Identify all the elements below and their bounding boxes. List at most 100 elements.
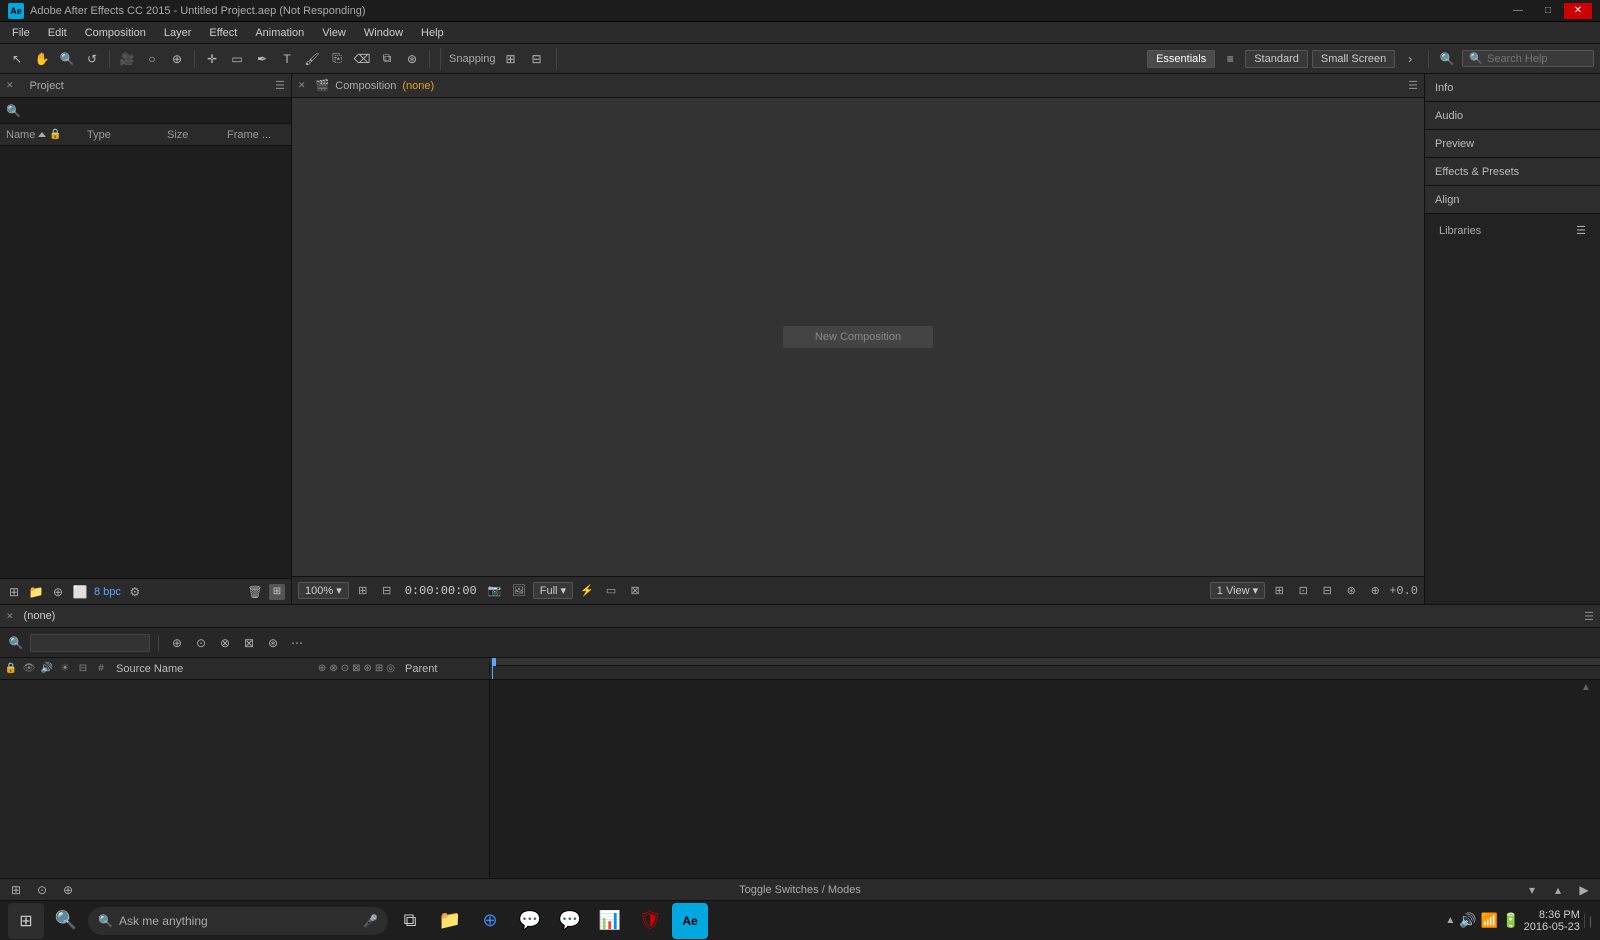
effects-presets-panel-item[interactable]: Effects & Presets [1425, 158, 1600, 186]
hand-tool[interactable]: ✋ [31, 48, 53, 70]
zoom-selector[interactable]: 100% ▾ [298, 582, 349, 599]
project-panel-menu[interactable]: ☰ [275, 79, 285, 92]
tl-create-keyframe[interactable]: ⊕ [167, 633, 187, 653]
help-search[interactable]: 🔍 [1462, 50, 1594, 67]
anchor-point-tool[interactable]: ✛ [201, 48, 223, 70]
after-effects-taskbar[interactable]: Ae [672, 903, 708, 939]
comp-viewer-icons[interactable]: ⊞ [1269, 581, 1289, 601]
workspace-small-screen[interactable]: Small Screen [1312, 50, 1395, 68]
menu-help[interactable]: Help [413, 25, 452, 41]
menu-effect[interactable]: Effect [201, 25, 245, 41]
fast-preview-icon[interactable]: ⚡ [577, 581, 597, 601]
clone-stamp[interactable]: ⎘ [326, 48, 348, 70]
restore-button[interactable]: □ [1534, 3, 1562, 19]
eraser[interactable]: ⌫ [351, 48, 373, 70]
start-button[interactable]: ⊞ [8, 903, 44, 939]
tl-bottom-zoom-in[interactable]: ▴ [1548, 880, 1568, 900]
interpret-footage-icon[interactable]: ⚙ [127, 584, 143, 600]
skype-button[interactable]: 💬 [512, 903, 548, 939]
powerpoint-button[interactable]: 📊 [592, 903, 628, 939]
delete-icon[interactable]: 🗑 [247, 584, 263, 600]
tl-search-input[interactable] [30, 634, 150, 652]
menu-composition[interactable]: Composition [77, 25, 154, 41]
cortana-search[interactable]: 🔍 Ask me anything 🎤 [88, 907, 388, 935]
puppet-tool[interactable]: ⊛ [401, 48, 423, 70]
align-panel-item[interactable]: Align [1425, 186, 1600, 214]
col-frame[interactable]: Frame ... [221, 129, 291, 141]
timeline-scrub-bar[interactable] [490, 658, 1600, 666]
info-panel-item[interactable]: Info [1425, 74, 1600, 102]
search-taskbar-button[interactable]: 🔍 [48, 903, 84, 939]
menu-edit[interactable]: Edit [40, 25, 75, 41]
paint-brush[interactable]: 🖌 [301, 48, 323, 70]
show-snapshot-icon[interactable]: 🖼 [509, 581, 529, 601]
tl-bottom-zoom-out[interactable]: ▾ [1522, 880, 1542, 900]
text-tool[interactable]: T [276, 48, 298, 70]
timeline-panel-menu[interactable]: ☰ [1584, 610, 1594, 623]
timeline-close[interactable]: ✕ [6, 611, 14, 622]
tl-render-queue[interactable]: ⊛ [263, 633, 283, 653]
skype2-button[interactable]: 💬 [552, 903, 588, 939]
menu-view[interactable]: View [314, 25, 354, 41]
camera-tool[interactable]: 🎥 [116, 48, 138, 70]
search-help-input[interactable] [1487, 53, 1587, 65]
rectangle-tool[interactable]: ▭ [226, 48, 248, 70]
rotation-tool[interactable]: ↺ [81, 48, 103, 70]
new-comp-icon[interactable]: ⊞ [6, 584, 22, 600]
tl-bottom-btn-2[interactable]: ⊙ [32, 880, 52, 900]
workspace-essentials[interactable]: Essentials [1147, 50, 1215, 68]
playhead-thumb[interactable] [492, 658, 496, 666]
project-search-input[interactable] [21, 105, 285, 117]
timeline-ruler[interactable] [490, 666, 1600, 680]
pen-tool[interactable]: ✒ [251, 48, 273, 70]
col-type[interactable]: Type [81, 129, 161, 141]
scroll-up-arrow[interactable]: ▲ [1581, 682, 1591, 693]
snapping-toggle[interactable]: ⊞ [500, 48, 522, 70]
chrome-button[interactable]: ⊕ [472, 903, 508, 939]
search-icon[interactable]: 🔍 [1436, 48, 1458, 70]
comp-panel-close[interactable]: ✕ [298, 80, 306, 91]
project-tree-icon[interactable]: ⊞ [269, 584, 285, 600]
transparency-icon[interactable]: ⊠ [625, 581, 645, 601]
tl-solo-mode[interactable]: ⊙ [191, 633, 211, 653]
zoom-tool[interactable]: 🔍 [56, 48, 78, 70]
comp-viewer-5[interactable]: ⊕ [1365, 581, 1385, 601]
file-explorer-button[interactable]: 📁 [432, 903, 468, 939]
project-folder-icon[interactable]: 📁 [28, 584, 44, 600]
workspace-more[interactable]: › [1399, 48, 1421, 70]
workspace-standard[interactable]: Standard [1245, 50, 1308, 68]
project-search-bar[interactable]: 🔍 [0, 98, 291, 124]
roi-icon[interactable]: ▭ [601, 581, 621, 601]
col-size[interactable]: Size [161, 129, 221, 141]
project-panel-close[interactable]: ✕ [6, 80, 14, 91]
quality-selector[interactable]: Full ▾ [533, 582, 573, 599]
tl-more[interactable]: ⋯ [287, 633, 307, 653]
snapshot-icon[interactable]: 📷 [485, 581, 505, 601]
fit-to-view-icon[interactable]: ⊞ [353, 581, 373, 601]
audio-panel-item[interactable]: Audio [1425, 102, 1600, 130]
menu-layer[interactable]: Layer [156, 25, 200, 41]
comp-viewer-2[interactable]: ⊡ [1293, 581, 1313, 601]
selection-tool[interactable]: ↖ [6, 48, 28, 70]
comp-viewer-3[interactable]: ⊟ [1317, 581, 1337, 601]
aspect-ratio-icon[interactable]: ⊟ [377, 581, 397, 601]
tl-motion-blur[interactable]: ⊗ [215, 633, 235, 653]
toggle-switches-modes[interactable]: Toggle Switches / Modes [729, 883, 871, 897]
tl-bottom-btn-1[interactable]: ⊞ [6, 880, 26, 900]
timecode-display[interactable]: 0:00:00:00 [401, 584, 481, 598]
orbit-tool[interactable]: ○ [141, 48, 163, 70]
libraries-menu[interactable]: ☰ [1576, 224, 1586, 237]
menu-file[interactable]: File [4, 25, 38, 41]
menu-window[interactable]: Window [356, 25, 411, 41]
import-icon[interactable]: ⊕ [50, 584, 66, 600]
comp-viewer-4[interactable]: ⊛ [1341, 581, 1361, 601]
search-footage-icon[interactable]: ⬜ [72, 584, 88, 600]
minimize-button[interactable]: — [1504, 3, 1532, 19]
comp-panel-menu[interactable]: ☰ [1408, 79, 1418, 92]
close-button[interactable]: ✕ [1564, 3, 1592, 19]
preview-panel-item[interactable]: Preview [1425, 130, 1600, 158]
show-desktop[interactable]: | [1584, 914, 1592, 928]
tray-up-arrow[interactable]: ▲ [1445, 915, 1455, 926]
menu-animation[interactable]: Animation [247, 25, 312, 41]
roto-brush[interactable]: ⧉ [376, 48, 398, 70]
